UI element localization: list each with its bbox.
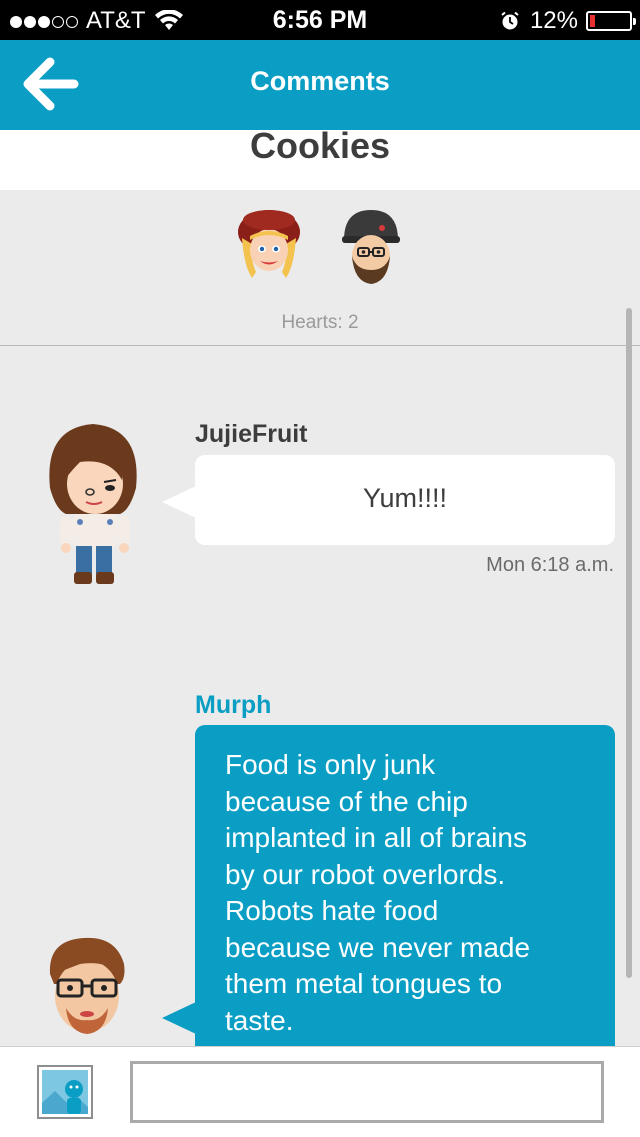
alarm-clock-icon bbox=[501, 11, 519, 30]
header-bar: Comments bbox=[0, 40, 640, 130]
scrollbar[interactable] bbox=[626, 308, 632, 978]
avatar[interactable] bbox=[44, 934, 130, 1046]
comment-text: Food is only junk because of the chip im… bbox=[225, 749, 531, 1036]
page-title: Comments bbox=[250, 66, 390, 96]
compose-bar bbox=[0, 1046, 640, 1137]
hearts-count: Hearts: 2 bbox=[281, 312, 359, 333]
photo-icon bbox=[37, 1065, 93, 1119]
comment-feed: JujieFruit Yum!!!! Mon 6:18 a.m. Murph F… bbox=[0, 346, 640, 1046]
status-bar: AT&T 6:56 PM 12% bbox=[0, 0, 640, 40]
bubble-tail bbox=[162, 1002, 196, 1034]
comment-input[interactable] bbox=[130, 1061, 604, 1123]
bubble-tail bbox=[162, 486, 196, 518]
avatar[interactable] bbox=[234, 206, 304, 286]
comment-bubble: Yum!!!! bbox=[195, 455, 615, 545]
battery-icon bbox=[586, 11, 636, 31]
avatar[interactable] bbox=[40, 418, 146, 588]
hearts-area: Hearts: 2 bbox=[0, 190, 640, 346]
photo-button[interactable] bbox=[37, 1065, 93, 1119]
comment-author[interactable]: JujieFruit bbox=[195, 420, 308, 449]
post-card: Cookies bbox=[0, 125, 640, 190]
battery-percent: 12% bbox=[529, 7, 578, 34]
battery-fill bbox=[590, 15, 595, 27]
comment-timestamp: Mon 6:18 a.m. bbox=[486, 554, 614, 576]
avatar[interactable] bbox=[336, 206, 406, 286]
comment-text: Yum!!!! bbox=[362, 483, 448, 513]
comment-author[interactable]: Murph bbox=[195, 691, 271, 720]
comment-bubble: Food is only junk because of the chip im… bbox=[195, 725, 615, 1046]
battery-area: 12% bbox=[500, 7, 636, 35]
post-title: Cookies bbox=[249, 125, 391, 166]
